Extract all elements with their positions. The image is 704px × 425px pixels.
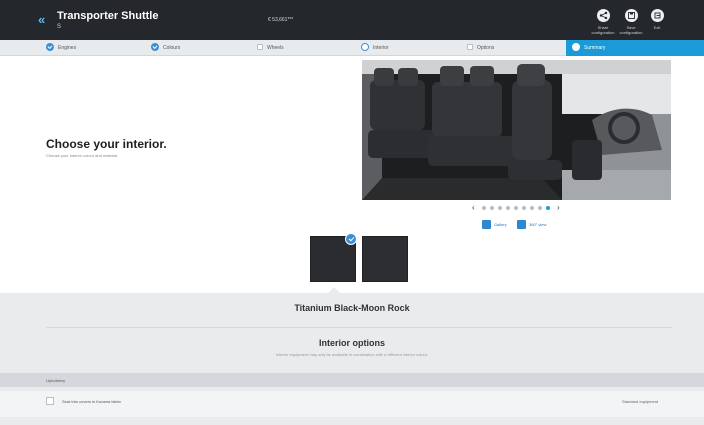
option-status: Standard equipment xyxy=(622,399,659,404)
model-subtitle: S xyxy=(57,24,62,30)
radio-icon xyxy=(361,42,369,51)
option-label: Seat trim covers in Kurama fabric xyxy=(62,399,122,404)
option-row[interactable] xyxy=(0,391,704,417)
top-header: « Transporter Shuttle S € 53,661*** Shar… xyxy=(0,0,704,40)
selected-trim-name: Titanium Black-Moon Rock xyxy=(294,303,410,313)
page-title: Choose your interior. xyxy=(46,137,167,151)
page-subtitle: Choose your interior colour and material… xyxy=(46,153,119,158)
interior-swatch-2[interactable] xyxy=(362,236,408,282)
category-label: Upholstery xyxy=(46,378,66,383)
carousel-dot[interactable] xyxy=(490,206,494,210)
back-chevron-icon[interactable]: « xyxy=(38,12,54,28)
view-360-button[interactable]: 360° view xyxy=(517,220,546,230)
carousel-dot[interactable] xyxy=(522,206,526,210)
interior-image xyxy=(362,60,671,200)
share-icon xyxy=(596,9,610,22)
exit-button[interactable]: Exit xyxy=(643,9,671,30)
check-icon xyxy=(46,42,54,51)
tab-colours[interactable]: Colours xyxy=(151,40,180,56)
checkbox-icon xyxy=(257,43,263,50)
carousel-dot[interactable] xyxy=(482,206,486,210)
share-label: Share configuration xyxy=(591,25,615,35)
carousel-dot[interactable] xyxy=(506,206,510,210)
rotate-360-icon xyxy=(517,220,526,230)
carousel-dot[interactable] xyxy=(530,206,534,210)
interior-options-title: Interior options xyxy=(319,338,385,348)
divider xyxy=(46,327,672,328)
tab-summary[interactable]: Summary xyxy=(566,40,704,56)
chevron-right-icon[interactable]: › xyxy=(557,203,560,212)
tab-wheels[interactable]: Wheels xyxy=(257,40,284,56)
category-header xyxy=(0,373,704,387)
carousel-dot[interactable] xyxy=(514,206,518,210)
checkbox-icon xyxy=(467,43,473,50)
chevron-left-icon[interactable]: ‹ xyxy=(472,203,475,212)
tab-engines[interactable]: Engines xyxy=(46,40,76,56)
tab-interior[interactable]: Interior xyxy=(361,40,389,56)
gallery-icon xyxy=(482,220,491,230)
save-icon xyxy=(624,9,638,22)
model-title: Transporter Shuttle xyxy=(57,10,159,22)
option-checkbox[interactable] xyxy=(46,397,54,405)
gallery-button[interactable]: Gallery xyxy=(482,220,507,230)
interior-options-subtitle: Interior equipment may only be available… xyxy=(275,352,428,357)
selected-check-icon xyxy=(345,233,357,245)
exit-icon xyxy=(650,9,664,22)
carousel-dot[interactable] xyxy=(538,206,542,210)
carousel-dot[interactable] xyxy=(546,206,550,210)
carousel-dot[interactable] xyxy=(498,206,502,210)
save-label: Save configuration xyxy=(619,25,643,35)
tab-options[interactable]: Options xyxy=(467,40,494,56)
save-button[interactable]: Save configuration xyxy=(617,9,645,35)
summary-icon xyxy=(572,42,580,51)
configurator-steps: Engines Colours Wheels Interior Options … xyxy=(0,40,704,56)
check-icon xyxy=(151,42,159,51)
share-button[interactable]: Share configuration xyxy=(589,9,617,35)
price-display: € 53,661*** xyxy=(268,17,294,23)
exit-label: Exit xyxy=(653,25,661,30)
